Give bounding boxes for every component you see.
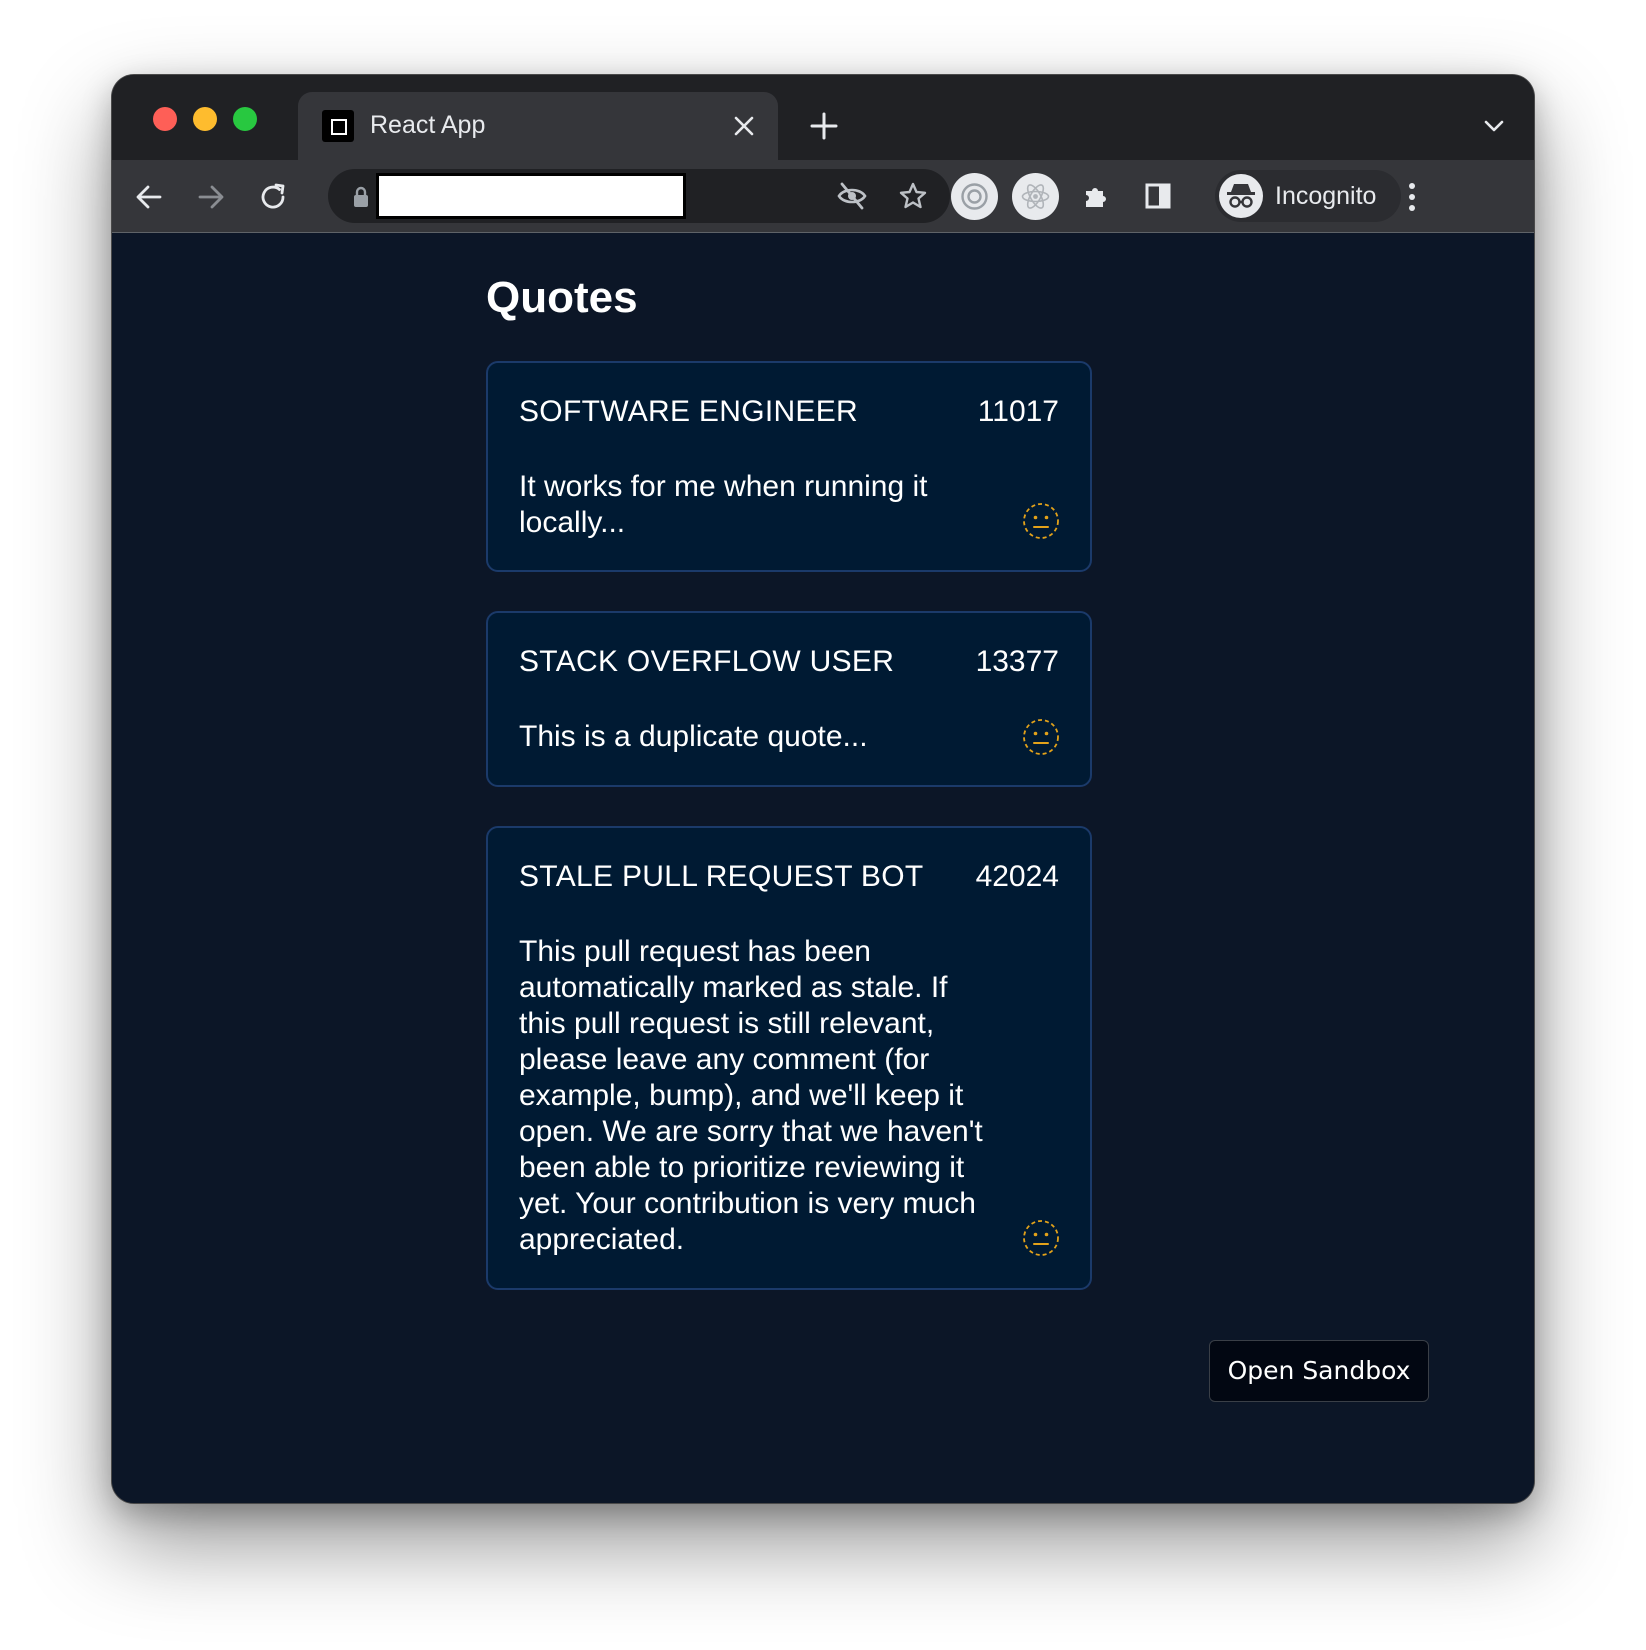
open-sandbox-button[interactable]: Open Sandbox: [1209, 1340, 1429, 1402]
quote-text: This is a duplicate quote...: [519, 720, 868, 753]
quote-card: SOFTWARE ENGINEER 11017 It works for me …: [486, 361, 1092, 572]
close-tab-icon[interactable]: [732, 114, 756, 138]
neutral-face-icon[interactable]: [1022, 718, 1060, 756]
react-devtools-icon[interactable]: [1012, 173, 1059, 220]
quote-text: This pull request has been automatically…: [519, 935, 983, 1256]
reload-icon[interactable]: [257, 181, 289, 213]
more-icon[interactable]: [1407, 182, 1417, 212]
zoom-window-button[interactable]: [233, 107, 257, 131]
browser-toolbar: Incognito: [112, 160, 1534, 233]
lock-icon[interactable]: [352, 186, 370, 208]
page-title: Quotes: [486, 273, 638, 322]
quote-author: SOFTWARE ENGINEER: [519, 395, 859, 428]
quote-author: STACK OVERFLOW USER: [519, 645, 895, 678]
quote-score: 13377: [975, 645, 1059, 678]
new-tab-icon[interactable]: [809, 111, 839, 141]
back-icon[interactable]: [134, 182, 164, 212]
tab-title: React App: [370, 111, 486, 139]
target-icon: [961, 183, 988, 210]
address-bar[interactable]: [328, 169, 950, 223]
star-icon[interactable]: [898, 181, 928, 211]
puzzle-icon[interactable]: [1082, 181, 1112, 211]
quote-card: STACK OVERFLOW USER 13377 This is a dupl…: [486, 611, 1092, 787]
eye-off-icon[interactable]: [836, 181, 868, 211]
atom-icon: [1021, 184, 1050, 209]
quote-score: 11017: [977, 395, 1059, 428]
url-field[interactable]: [376, 173, 686, 219]
page-content: Quotes SOFTWARE ENGINEER 11017 It works …: [112, 233, 1534, 1503]
favicon-icon: [322, 110, 354, 142]
quote-author: STALE PULL REQUEST BOT: [519, 860, 924, 893]
chevron-down-icon[interactable]: [1482, 114, 1506, 138]
quote-score: 42024: [975, 860, 1059, 893]
neutral-face-icon[interactable]: [1022, 1219, 1060, 1257]
browser-window: React App Incognito Quotes SOFTWARE ENGI…: [112, 75, 1534, 1503]
quote-card: STALE PULL REQUEST BOT 42024 This pull r…: [486, 826, 1092, 1290]
side-panel-icon[interactable]: [1144, 182, 1172, 210]
quote-text: It works for me when running it locally.…: [519, 470, 928, 539]
incognito-icon: [1219, 174, 1263, 218]
neutral-face-icon[interactable]: [1022, 502, 1060, 540]
extension-icon[interactable]: [951, 173, 998, 220]
title-bar: React App: [112, 75, 1534, 160]
close-window-button[interactable]: [153, 107, 177, 131]
profile-label: Incognito: [1275, 182, 1377, 210]
profile-button[interactable]: Incognito: [1215, 170, 1401, 222]
minimize-window-button[interactable]: [193, 107, 217, 131]
forward-icon[interactable]: [196, 182, 226, 212]
tab-react-app[interactable]: React App: [298, 92, 778, 160]
